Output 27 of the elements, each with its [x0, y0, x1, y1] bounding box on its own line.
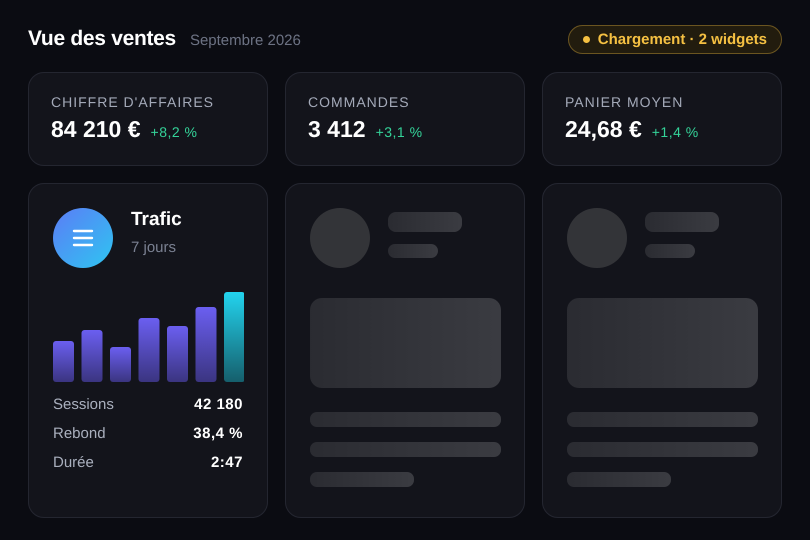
- kpi-delta: +1,4 %: [652, 124, 699, 140]
- stat-label: Rebond: [53, 425, 106, 442]
- kpi-value: 24,68 €: [565, 116, 642, 143]
- kpi-delta: +3,1 %: [376, 124, 423, 140]
- stat-label: Sessions: [53, 396, 114, 413]
- kpi-delta: +8,2 %: [150, 124, 198, 140]
- placeholder-line: [388, 244, 438, 258]
- chart-bar: [53, 341, 74, 382]
- status-label: Chargement · 2 widgets: [598, 30, 767, 48]
- kpi-value: 3 412: [308, 116, 366, 143]
- page-subtitle: Septembre 2026: [190, 32, 301, 49]
- kpi-label: COMMANDES: [308, 94, 411, 110]
- chart-bar: [110, 347, 131, 382]
- widget-title: Trafic: [131, 208, 182, 230]
- stat-label: Durée: [53, 454, 94, 471]
- chart-bar: [82, 330, 102, 382]
- widget-subtitle: 7 jours: [131, 238, 178, 256]
- placeholder-line: [645, 244, 695, 258]
- stat-value: 42 180: [194, 396, 243, 413]
- kpi-value: 84 210 €: [51, 116, 141, 143]
- kpi-label: PANIER MOYEN: [565, 94, 684, 110]
- page-title: Vue des ventes: [28, 27, 176, 51]
- chart-bar: [138, 318, 160, 382]
- stat-value: 38,4 %: [193, 425, 243, 442]
- chart-bar: [167, 326, 188, 382]
- kpi-label: CHIFFRE D'AFFAIRES: [51, 94, 216, 110]
- stat-value: 2:47: [210, 454, 243, 471]
